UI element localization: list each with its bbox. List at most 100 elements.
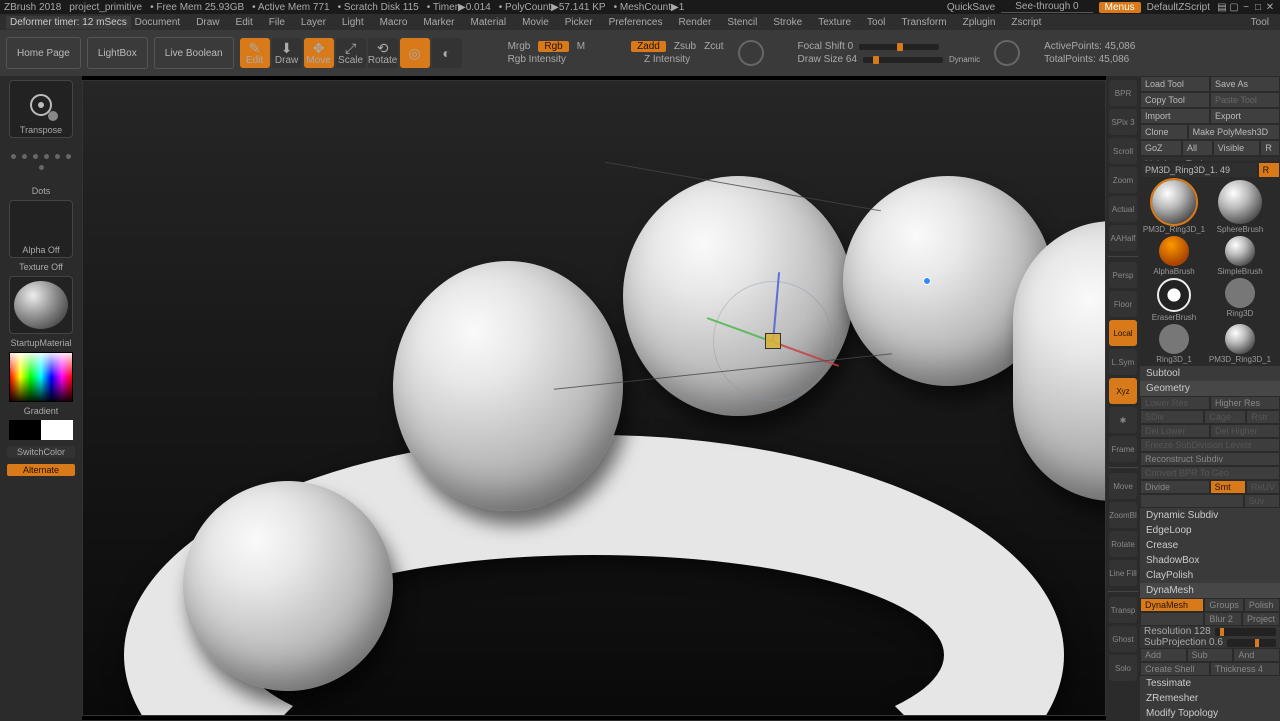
clone-button[interactable]: Clone bbox=[1140, 124, 1188, 140]
transform-gizmo[interactable] bbox=[703, 271, 843, 411]
menu-item[interactable]: Stencil bbox=[720, 17, 764, 28]
focal-shift-slider[interactable] bbox=[859, 44, 939, 50]
home-page-button[interactable]: Home Page bbox=[6, 37, 81, 69]
ghost-button[interactable]: Ghost bbox=[1109, 626, 1137, 652]
menu-item[interactable]: Movie bbox=[515, 17, 556, 28]
focal-shift-label[interactable]: Focal Shift 0 bbox=[798, 41, 854, 52]
dynamesh-button[interactable]: DynaMesh bbox=[1140, 598, 1204, 612]
rotate-mode-button[interactable]: ⟲Rotate bbox=[368, 38, 398, 68]
geometry-section[interactable]: Geometry bbox=[1140, 381, 1280, 396]
brush-curve-icon[interactable] bbox=[738, 40, 764, 66]
lightbox-button[interactable]: LightBox bbox=[87, 37, 148, 69]
rgb-toggle[interactable]: Rgb bbox=[538, 41, 568, 52]
scroll-button[interactable]: Scroll bbox=[1109, 138, 1137, 164]
mrgb-toggle[interactable]: Mrgb bbox=[508, 41, 531, 52]
menu-item[interactable]: Material bbox=[464, 17, 514, 28]
rotate-view-button[interactable]: Rotate bbox=[1109, 531, 1137, 557]
tessimate-section[interactable]: Tessimate bbox=[1140, 676, 1280, 691]
move-view-button[interactable]: Move bbox=[1109, 473, 1137, 499]
goz-visible-button[interactable]: Visible bbox=[1213, 140, 1261, 156]
tool-thumb[interactable] bbox=[1152, 180, 1196, 224]
draw-size-slider[interactable] bbox=[863, 57, 943, 63]
shadowbox-section[interactable]: ShadowBox bbox=[1140, 553, 1280, 568]
dynamic-toggle[interactable]: Dynamic bbox=[949, 55, 980, 64]
menu-item[interactable]: Zplugin bbox=[956, 17, 1003, 28]
blur-slider[interactable]: Blur 2 bbox=[1204, 612, 1242, 626]
create-shell-button[interactable]: Create Shell bbox=[1140, 662, 1210, 676]
menu-item[interactable]: Stroke bbox=[766, 17, 809, 28]
gyro-icon[interactable] bbox=[994, 40, 1020, 66]
subprojection-slider[interactable] bbox=[1227, 639, 1276, 647]
texture-slot[interactable] bbox=[9, 276, 73, 334]
reconstruct-subdiv-button[interactable]: Reconstruct Subdiv bbox=[1140, 452, 1280, 466]
alpha-slot[interactable]: Alpha Off bbox=[9, 200, 73, 258]
menu-item[interactable]: File bbox=[262, 17, 292, 28]
viewport[interactable] bbox=[82, 76, 1106, 720]
subprojection-label[interactable]: SubProjection 0.6 bbox=[1144, 637, 1223, 648]
persp-button[interactable]: Persp bbox=[1109, 262, 1137, 288]
smt-toggle[interactable]: Smt bbox=[1210, 480, 1246, 494]
tool-thumb[interactable] bbox=[1159, 236, 1189, 266]
floor-button[interactable]: Floor bbox=[1109, 291, 1137, 317]
sdiv-slider[interactable]: SDiv bbox=[1140, 410, 1204, 424]
import-button[interactable]: Import bbox=[1140, 108, 1210, 124]
cage-button[interactable]: Cage bbox=[1204, 410, 1246, 424]
tool-selector[interactable]: PM3D_Ring3D_1. 49 bbox=[1140, 162, 1258, 178]
polish-toggle[interactable]: Polish bbox=[1244, 598, 1280, 612]
frame-button[interactable]: Frame bbox=[1109, 436, 1137, 462]
z-intensity[interactable]: Z Intensity bbox=[644, 54, 690, 65]
higher-res-button[interactable]: Higher Res bbox=[1210, 396, 1280, 410]
menu-item[interactable]: Document bbox=[128, 17, 188, 28]
rgb-intensity[interactable]: Rgb Intensity bbox=[508, 54, 566, 65]
tool-r-button[interactable]: R bbox=[1258, 162, 1280, 178]
menu-item[interactable]: Light bbox=[335, 17, 371, 28]
menus-button[interactable]: Menus bbox=[1099, 2, 1141, 13]
copy-tool-button[interactable]: Copy Tool bbox=[1140, 92, 1210, 108]
menu-item[interactable]: Render bbox=[672, 17, 719, 28]
goz-all-button[interactable]: All bbox=[1182, 140, 1213, 156]
stroke-dots-button[interactable] bbox=[9, 142, 73, 182]
menu-item[interactable]: Macro bbox=[373, 17, 415, 28]
color-picker[interactable] bbox=[9, 352, 73, 402]
menu-item[interactable]: Tool bbox=[860, 17, 892, 28]
save-as-button[interactable]: Save As bbox=[1210, 76, 1280, 92]
divide-button[interactable]: Divide bbox=[1140, 480, 1210, 494]
edit-mode-button[interactable]: ✎Edit bbox=[240, 38, 270, 68]
dyn-and-button[interactable]: And bbox=[1233, 648, 1280, 662]
actual-button[interactable]: Actual bbox=[1109, 196, 1137, 222]
zoom-view-button[interactable]: ZoomBl bbox=[1109, 502, 1137, 528]
live-boolean-button[interactable]: Live Boolean bbox=[154, 37, 234, 69]
gizmo-button[interactable]: ◎ bbox=[400, 38, 430, 68]
local-button[interactable]: Local bbox=[1109, 320, 1137, 346]
zcut-toggle[interactable]: Zcut bbox=[704, 41, 723, 52]
snap-button[interactable]: ✱ bbox=[1109, 407, 1137, 433]
resolution-slider[interactable] bbox=[1215, 628, 1276, 636]
menu-item[interactable]: Zscript bbox=[1004, 17, 1048, 28]
alternate-button[interactable]: Alternate bbox=[7, 464, 75, 476]
tool-thumb[interactable] bbox=[1225, 278, 1255, 308]
sculptris-button[interactable]: ◐ bbox=[432, 38, 462, 68]
export-button[interactable]: Export bbox=[1210, 108, 1280, 124]
zremesher-section[interactable]: ZRemesher bbox=[1140, 691, 1280, 706]
project-toggle[interactable]: Project bbox=[1242, 612, 1280, 626]
dyn-add-button[interactable]: Add bbox=[1140, 648, 1187, 662]
load-tool-button[interactable]: Load Tool bbox=[1140, 76, 1210, 92]
del-lower-button[interactable]: Del Lower bbox=[1140, 424, 1210, 438]
groups-toggle[interactable]: Groups bbox=[1204, 598, 1244, 612]
paste-tool-button[interactable]: Paste Tool bbox=[1210, 92, 1280, 108]
menu-item[interactable]: Transform bbox=[894, 17, 953, 28]
xyz-button[interactable]: Xyz bbox=[1109, 378, 1137, 404]
m-toggle[interactable]: M bbox=[577, 41, 585, 52]
bpr-button[interactable]: BPR bbox=[1109, 80, 1137, 106]
suv-toggle[interactable]: Suv bbox=[1244, 494, 1280, 508]
solo-button[interactable]: Solo bbox=[1109, 655, 1137, 681]
subtool-section[interactable]: Subtool bbox=[1140, 366, 1280, 381]
goz-button[interactable]: GoZ bbox=[1140, 140, 1182, 156]
linefill-button[interactable]: Line Fill bbox=[1109, 560, 1137, 586]
transp-button[interactable]: Transp bbox=[1109, 597, 1137, 623]
menu-item[interactable]: Texture bbox=[811, 17, 858, 28]
menu-item[interactable]: Marker bbox=[416, 17, 461, 28]
lower-res-button[interactable]: Lower Res bbox=[1140, 396, 1210, 410]
tool-thumb[interactable] bbox=[1157, 278, 1191, 312]
draw-size-label[interactable]: Draw Size 64 bbox=[798, 54, 857, 65]
